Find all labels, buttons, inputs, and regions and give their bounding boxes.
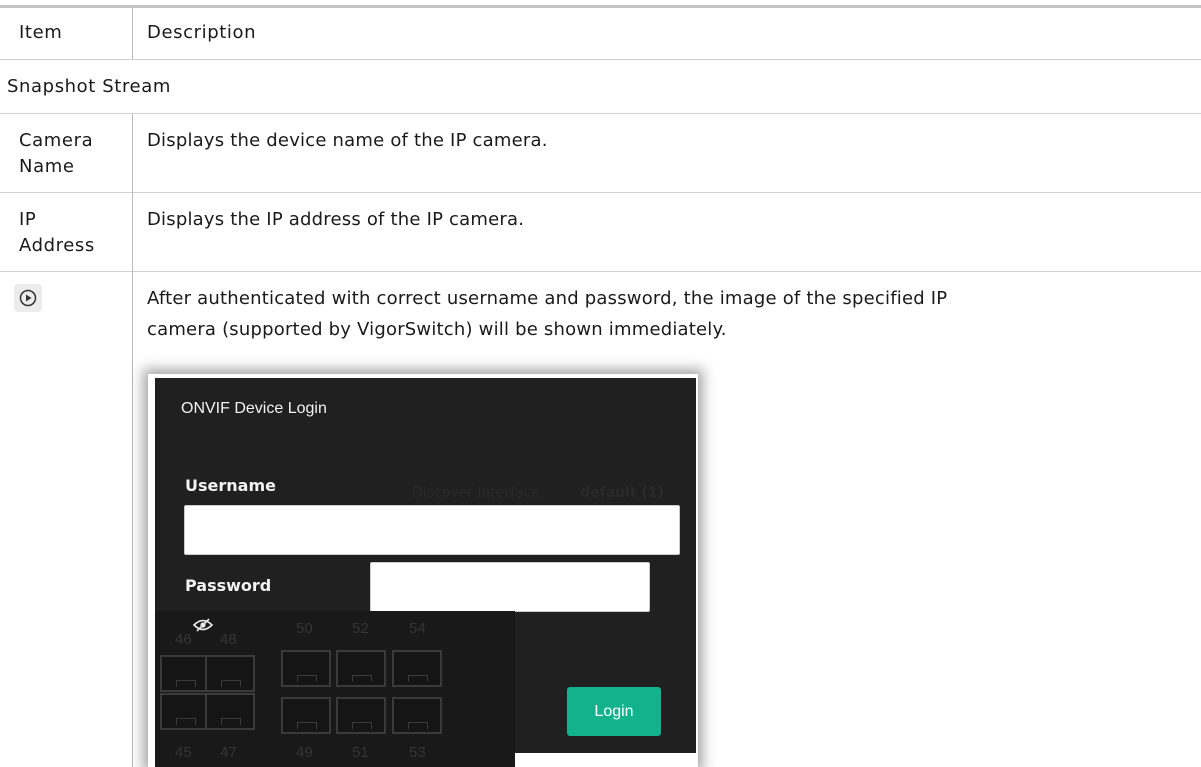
switch-port xyxy=(205,693,255,730)
description-camera-name: Displays the device name of the IP camer… xyxy=(147,130,548,151)
port-number: 53 xyxy=(409,744,426,761)
switch-port xyxy=(281,697,331,734)
port-number: 47 xyxy=(220,744,237,761)
item-camera-name-line1: Camera xyxy=(19,130,94,151)
document-page: Item Description Snapshot Stream Camera … xyxy=(0,0,1201,767)
section-title: Snapshot Stream xyxy=(7,76,171,97)
switch-port xyxy=(392,697,442,734)
description-play-line1: After authenticated with correct usernam… xyxy=(147,288,948,309)
row-divider xyxy=(0,113,1201,114)
port-number: 51 xyxy=(352,744,369,761)
row-divider xyxy=(0,192,1201,193)
background-discover-label: Discover interface: xyxy=(412,485,545,501)
description-play-line2: camera (supported by VigorSwitch) will b… xyxy=(147,319,727,340)
switch-port xyxy=(205,655,255,692)
table-top-border xyxy=(0,5,1201,8)
switch-port xyxy=(392,650,442,687)
row-divider xyxy=(0,271,1201,272)
port-number: 46 xyxy=(175,631,192,648)
port-number: 49 xyxy=(296,744,313,761)
port-number: 50 xyxy=(296,620,313,637)
password-label: Password xyxy=(185,576,272,595)
port-number: 54 xyxy=(409,620,426,637)
item-ip-address-line1: IP xyxy=(19,209,37,230)
password-input[interactable] xyxy=(370,562,650,612)
switch-port xyxy=(336,697,386,734)
item-camera-name-line2: Name xyxy=(19,156,75,177)
username-label: Username xyxy=(185,476,276,495)
header-description: Description xyxy=(147,22,257,43)
row-divider xyxy=(0,59,1201,60)
port-number: 45 xyxy=(175,744,192,761)
header-item: Item xyxy=(19,22,63,43)
eye-slash-icon[interactable] xyxy=(192,617,214,636)
switch-port xyxy=(336,650,386,687)
port-number: 52 xyxy=(352,620,369,637)
background-discover-value: default (1) xyxy=(580,485,664,501)
play-circle-icon[interactable] xyxy=(14,284,42,312)
switch-port xyxy=(160,655,210,692)
description-ip-address: Displays the IP address of the IP camera… xyxy=(147,209,525,230)
switch-port xyxy=(160,693,210,730)
login-button[interactable]: Login xyxy=(567,687,661,736)
item-ip-address-line2: Address xyxy=(19,235,95,256)
column-divider xyxy=(132,8,133,59)
switch-port xyxy=(281,650,331,687)
port-number: 48 xyxy=(220,631,237,648)
username-input[interactable] xyxy=(184,505,680,555)
dialog-title: ONVIF Device Login xyxy=(181,400,327,417)
column-divider xyxy=(132,114,133,767)
